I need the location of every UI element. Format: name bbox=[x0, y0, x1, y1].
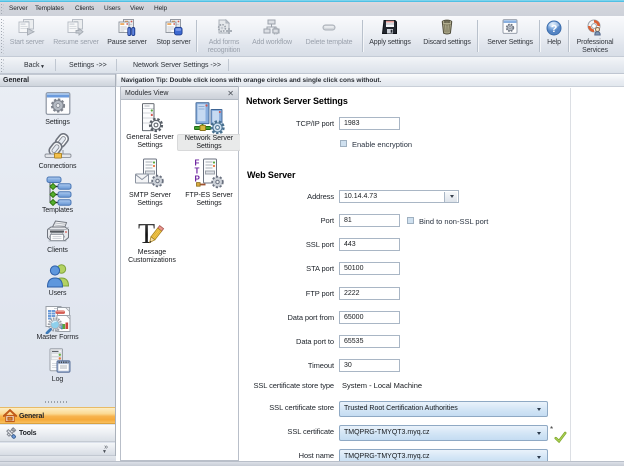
svg-text:?: ? bbox=[551, 23, 557, 35]
svg-text:P: P bbox=[195, 175, 201, 184]
svg-text:T: T bbox=[138, 219, 155, 248]
